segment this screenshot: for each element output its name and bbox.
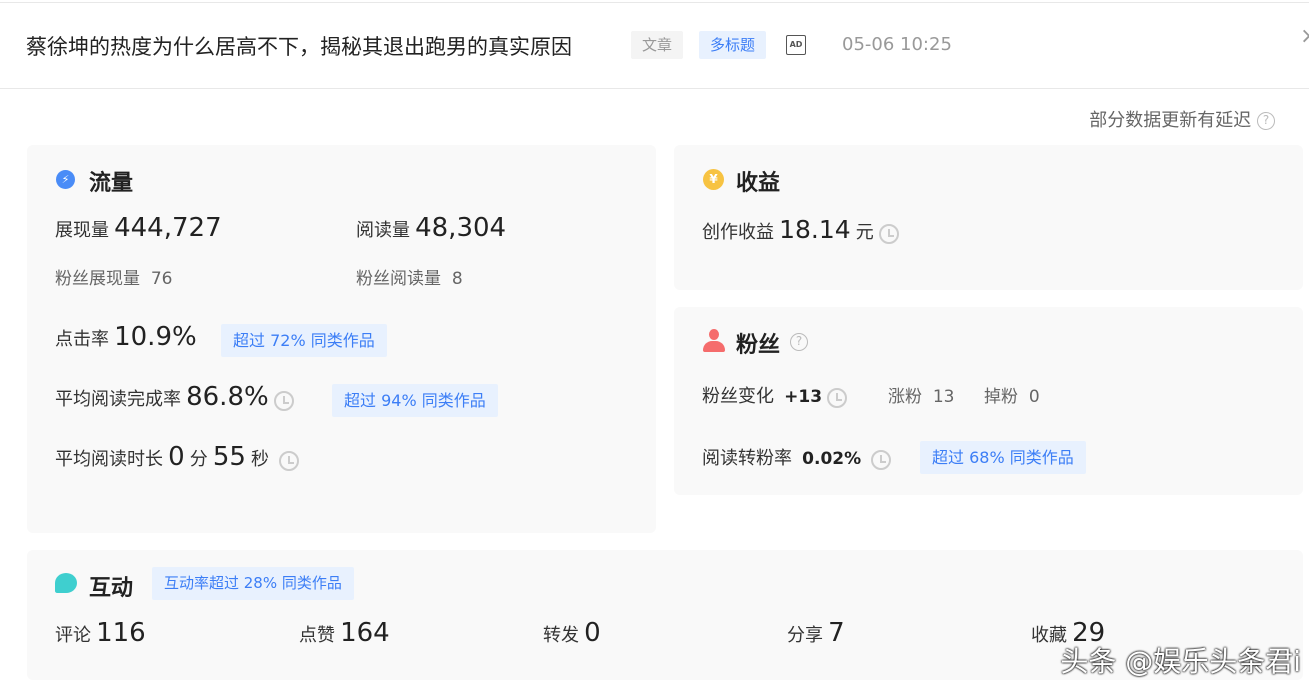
conversion-badge: 超过 68% 同类作品 — [920, 441, 1086, 474]
ctr-badge: 超过 72% 同类作品 — [221, 324, 387, 357]
income-label: 创作收益 — [702, 222, 774, 243]
delay-notice: 部分数据更新有延迟 ? — [1089, 106, 1275, 132]
likes-value: 164 — [340, 618, 390, 648]
type-tag: 文章 — [631, 31, 684, 59]
shares-label: 分享 — [787, 625, 823, 646]
fan-impressions-label: 粉丝展现量 — [55, 269, 140, 289]
fan-impressions-value: 76 — [150, 269, 173, 289]
clock-icon[interactable] — [878, 223, 899, 244]
reposts-value: 0 — [584, 618, 601, 648]
income-unit: 元 — [855, 222, 874, 243]
impressions-value: 444,727 — [114, 213, 222, 243]
help-icon[interactable]: ? — [790, 332, 808, 351]
yen-icon: ¥ — [703, 169, 724, 190]
fan-reads-label: 粉丝阅读量 — [356, 269, 441, 289]
comments-value: 116 — [96, 618, 146, 648]
duration-minutes: 0 — [168, 442, 185, 472]
comments-label: 评论 — [55, 625, 91, 646]
fans-loss-label: 掉粉 — [984, 387, 1018, 407]
publish-date: 05-06 10:25 — [842, 34, 952, 55]
reads-value: 48,304 — [415, 213, 507, 243]
income-value: 18.14 — [779, 215, 851, 244]
close-icon[interactable]: × — [1300, 24, 1309, 49]
conversion-value: 0.02% — [802, 449, 862, 469]
article-title[interactable]: 蔡徐坤的热度为什么居高不下，揭秘其退出跑男的真实原因 — [26, 31, 572, 61]
clock-icon[interactable] — [273, 390, 294, 411]
shares-value: 7 — [828, 618, 845, 648]
clock-icon[interactable] — [871, 449, 892, 470]
fans-change-label: 粉丝变化 — [702, 386, 774, 407]
watermark: 头条 @娱乐头条君i — [1060, 645, 1301, 678]
fans-gain-value: 13 — [932, 387, 955, 407]
likes-label: 点赞 — [299, 625, 335, 646]
interaction-badge: 互动率超过 28% 同类作品 — [152, 567, 354, 600]
interaction-title: 互动 — [89, 576, 134, 601]
conversion-label: 阅读转粉率 — [702, 448, 792, 469]
seconds-unit: 秒 — [251, 449, 270, 470]
lightning-icon: ⚡ — [56, 170, 75, 189]
multi-title-tag: 多标题 — [699, 31, 767, 59]
top-divider — [0, 2, 1309, 3]
fans-loss-value: 0 — [1028, 387, 1040, 407]
traffic-title: 流量 — [89, 171, 134, 196]
minutes-unit: 分 — [189, 449, 208, 470]
reads-label: 阅读量 — [356, 220, 410, 241]
duration-label: 平均阅读时长 — [55, 449, 163, 470]
help-icon[interactable]: ? — [1257, 112, 1275, 130]
impressions-label: 展现量 — [55, 220, 109, 241]
delay-notice-text: 部分数据更新有延迟 — [1089, 110, 1252, 131]
fans-change-value: +13 — [784, 387, 823, 407]
person-icon — [703, 329, 725, 353]
traffic-card: ⚡ 流量 展现量 444,727 阅读量 48,304 粉丝展现量 76 粉丝阅… — [27, 145, 656, 533]
clock-icon[interactable] — [827, 387, 848, 408]
fans-gain-label: 涨粉 — [888, 387, 922, 407]
ctr-label: 点击率 — [55, 329, 109, 350]
fans-title: 粉丝 — [736, 333, 781, 358]
fan-reads-value: 8 — [451, 269, 463, 289]
income-card: ¥ 收益 创作收益 18.14 元 — [674, 145, 1303, 290]
completion-value: 86.8% — [186, 382, 269, 412]
completion-badge: 超过 94% 同类作品 — [332, 384, 498, 417]
clock-icon[interactable] — [279, 450, 300, 471]
chat-bubble-icon — [55, 573, 77, 593]
ad-icon: AD — [786, 35, 806, 55]
fans-card: 粉丝 ? 粉丝变化 +13 涨粉 13 掉粉 0 阅读转粉率 0.02% 超过 … — [674, 307, 1303, 495]
ctr-value: 10.9% — [114, 322, 197, 352]
income-title: 收益 — [736, 171, 781, 196]
reposts-label: 转发 — [543, 625, 579, 646]
duration-seconds: 55 — [212, 442, 246, 472]
header-divider — [0, 88, 1309, 89]
completion-label: 平均阅读完成率 — [55, 389, 181, 410]
